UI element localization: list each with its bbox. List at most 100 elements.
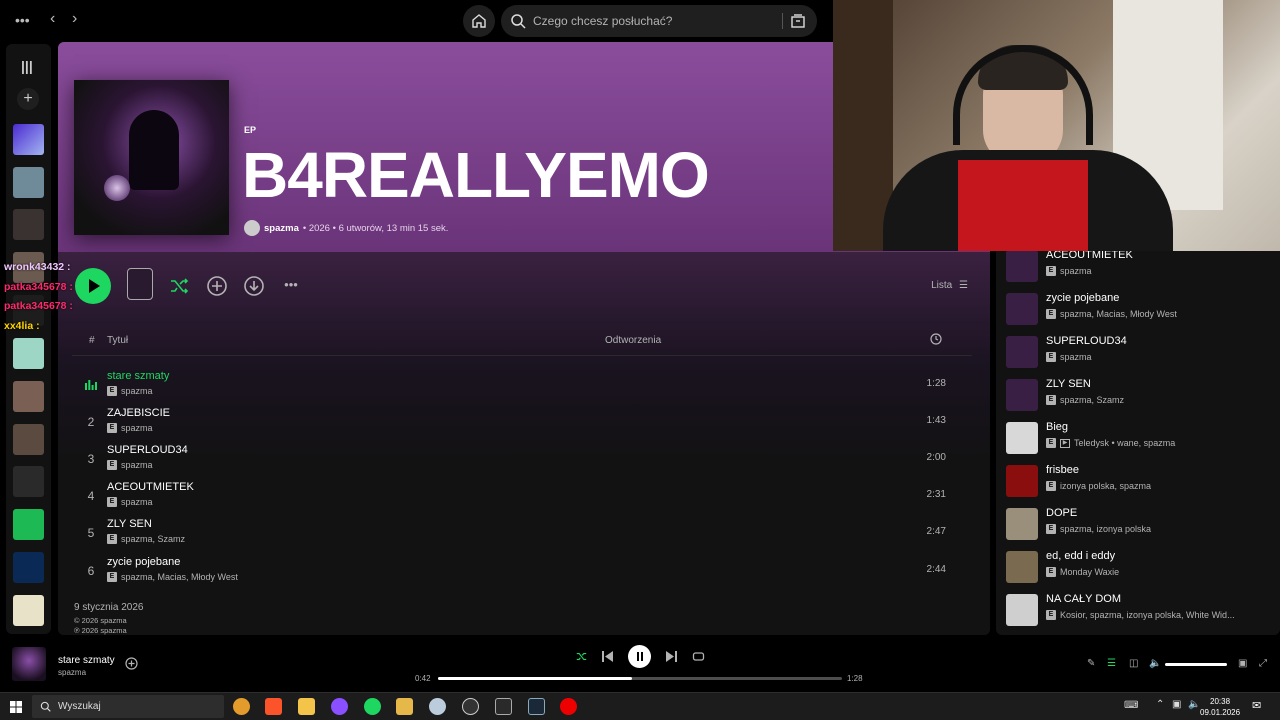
track-artists-text[interactable]: spazma xyxy=(121,386,153,396)
track-title[interactable]: ZLY SEN xyxy=(107,518,152,530)
queue-sub: Espazma, Szamz xyxy=(1046,395,1124,405)
app-icon[interactable] xyxy=(495,698,512,715)
back-arrow-icon[interactable]: ‹ xyxy=(50,11,55,27)
queue-item[interactable]: ed, edd i eddy E Monday Waxie xyxy=(1006,548,1276,590)
spotify-icon[interactable] xyxy=(364,698,381,715)
track-duration: 2:47 xyxy=(926,526,946,537)
speaker-icon[interactable]: 🔈 xyxy=(1188,699,1200,710)
volume-slider[interactable] xyxy=(1165,663,1227,666)
preview-thumbnail[interactable] xyxy=(127,268,153,300)
queue-sub: E ▶ Teledysk • wane, spazma xyxy=(1046,438,1175,448)
app-icon[interactable] xyxy=(429,698,446,715)
queue-icon[interactable]: ☰ xyxy=(1107,658,1116,669)
brave-icon[interactable] xyxy=(265,698,282,715)
steam-icon[interactable] xyxy=(528,698,545,715)
track-artists-text[interactable]: spazma, Macias, Młody West xyxy=(121,572,238,582)
windows-start-icon[interactable] xyxy=(10,701,22,713)
youtube-icon[interactable] xyxy=(560,698,577,715)
playlist-thumb[interactable] xyxy=(13,338,44,369)
queue-item[interactable]: ZLY SEN Espazma, Szamz xyxy=(1006,376,1276,418)
queue-item[interactable]: ACEOUTMIETEK Espazma xyxy=(1006,247,1276,289)
queue-item[interactable]: DOPE Espazma, izonya polska xyxy=(1006,505,1276,547)
download-icon[interactable] xyxy=(243,275,265,297)
explicit-badge: E xyxy=(107,386,117,396)
queue-title: SUPERLOUD34 xyxy=(1046,335,1127,347)
now-playing-art[interactable] xyxy=(12,647,46,681)
queue-item[interactable]: zycie pojebane Espazma, Macias, Młody We… xyxy=(1006,290,1276,332)
track-row[interactable]: stare szmaty Espazma 1:28 xyxy=(72,366,972,403)
track-title[interactable]: ACEOUTMIETEK xyxy=(107,481,194,493)
playlist-thumb[interactable] xyxy=(13,167,44,198)
view-mode-toggle[interactable]: Lista ☰ xyxy=(931,280,968,291)
keyboard-icon[interactable]: ⌨ xyxy=(1124,700,1138,711)
playlist-thumb[interactable] xyxy=(13,509,44,540)
track-title[interactable]: stare szmaty xyxy=(107,370,169,382)
artist-link[interactable]: spazma xyxy=(264,223,299,234)
add-to-library-icon[interactable] xyxy=(206,275,228,297)
playlist-thumb[interactable] xyxy=(13,209,44,240)
next-icon[interactable] xyxy=(666,651,677,662)
more-options-icon[interactable]: ••• xyxy=(15,12,30,28)
queue-item[interactable]: SUPERLOUD34 Espazma xyxy=(1006,333,1276,375)
playlist-thumb[interactable] xyxy=(13,424,44,455)
track-row[interactable]: 4 ACEOUTMIETEK Espazma 2:31 xyxy=(72,477,972,514)
file-explorer-icon[interactable] xyxy=(298,698,315,715)
lyrics-icon[interactable]: ✎ xyxy=(1087,658,1095,669)
progress-bar[interactable] xyxy=(438,677,842,680)
playlist-thumb[interactable] xyxy=(13,552,44,583)
pause-button[interactable] xyxy=(628,645,651,668)
more-icon[interactable]: ••• xyxy=(280,274,302,296)
track-row[interactable]: 3 SUPERLOUD34 Espazma 2:00 xyxy=(72,440,972,477)
add-icon[interactable]: + xyxy=(17,88,39,110)
track-artists-text[interactable]: spazma xyxy=(121,423,153,433)
devices-icon[interactable]: ◫ xyxy=(1129,658,1138,669)
track-row[interactable]: 6 zycie pojebane Espazma, Macias, Młody … xyxy=(72,552,972,589)
shuffle-icon[interactable] xyxy=(168,275,190,297)
notification-icon[interactable]: ✉ xyxy=(1252,699,1261,712)
now-playing-title[interactable]: stare szmaty xyxy=(58,655,115,666)
queue-item[interactable]: NA CAŁY DOM E Kosior, spazma, izonya pols… xyxy=(1006,591,1276,633)
track-artists-text[interactable]: spazma xyxy=(121,497,153,507)
track-artists-text[interactable]: spazma xyxy=(121,460,153,470)
library-sidebar: ||| + xyxy=(6,44,51,634)
playlist-thumb[interactable] xyxy=(13,466,44,497)
track-row[interactable]: 5 ZLY SEN Espazma, Szamz 2:47 xyxy=(72,514,972,551)
queue-item[interactable]: frisbee Eizonya polska, spazma xyxy=(1006,462,1276,504)
track-artists-text[interactable]: spazma, Szamz xyxy=(121,534,185,544)
miniplayer-icon[interactable]: ▣ xyxy=(1238,658,1247,669)
playlist-thumb[interactable] xyxy=(13,595,44,626)
messenger-icon[interactable] xyxy=(331,698,348,715)
network-icon[interactable]: ▣ xyxy=(1172,699,1181,710)
col-title: Tytuł xyxy=(107,335,129,346)
search-input[interactable]: Czego chcesz posłuchać? xyxy=(501,5,817,37)
home-icon xyxy=(472,14,486,28)
queue-item[interactable]: Bieg E ▶ Teledysk • wane, spazma xyxy=(1006,419,1276,461)
playlist-thumb[interactable] xyxy=(13,381,44,412)
track-title[interactable]: SUPERLOUD34 xyxy=(107,444,188,456)
fullscreen-icon[interactable]: ⤢ xyxy=(1259,658,1267,669)
play-button[interactable] xyxy=(75,268,111,304)
track-title[interactable]: ZAJEBISCIE xyxy=(107,407,170,419)
library-icon[interactable]: ||| xyxy=(21,58,33,74)
home-button[interactable] xyxy=(463,5,495,37)
tray-chevron-icon[interactable]: ⌃ xyxy=(1156,699,1164,710)
volume-icon[interactable]: 🔈 xyxy=(1149,658,1161,669)
app-icon[interactable] xyxy=(233,698,250,715)
track-row[interactable]: 2 ZAJEBISCIE Espazma 1:43 xyxy=(72,403,972,440)
explicit-badge: E xyxy=(1046,438,1056,448)
shuffle-icon[interactable] xyxy=(575,650,588,663)
track-title[interactable]: zycie pojebane xyxy=(107,556,180,568)
obs-icon[interactable] xyxy=(462,698,479,715)
taskbar-search[interactable]: Wyszukaj xyxy=(32,695,224,718)
liked-songs-thumb[interactable] xyxy=(13,124,44,155)
system-clock[interactable]: 20:38 09.01.2026 xyxy=(1200,696,1240,718)
now-playing-artist[interactable]: spazma xyxy=(58,668,86,677)
repeat-icon[interactable] xyxy=(692,650,705,663)
app-icon[interactable] xyxy=(396,698,413,715)
add-to-liked-icon[interactable] xyxy=(125,657,138,670)
browse-icon[interactable] xyxy=(790,13,806,29)
forward-arrow-icon[interactable]: › xyxy=(72,11,77,27)
view-mode-label: Lista xyxy=(931,280,953,291)
artist-avatar[interactable] xyxy=(244,220,260,236)
previous-icon[interactable] xyxy=(602,651,613,662)
